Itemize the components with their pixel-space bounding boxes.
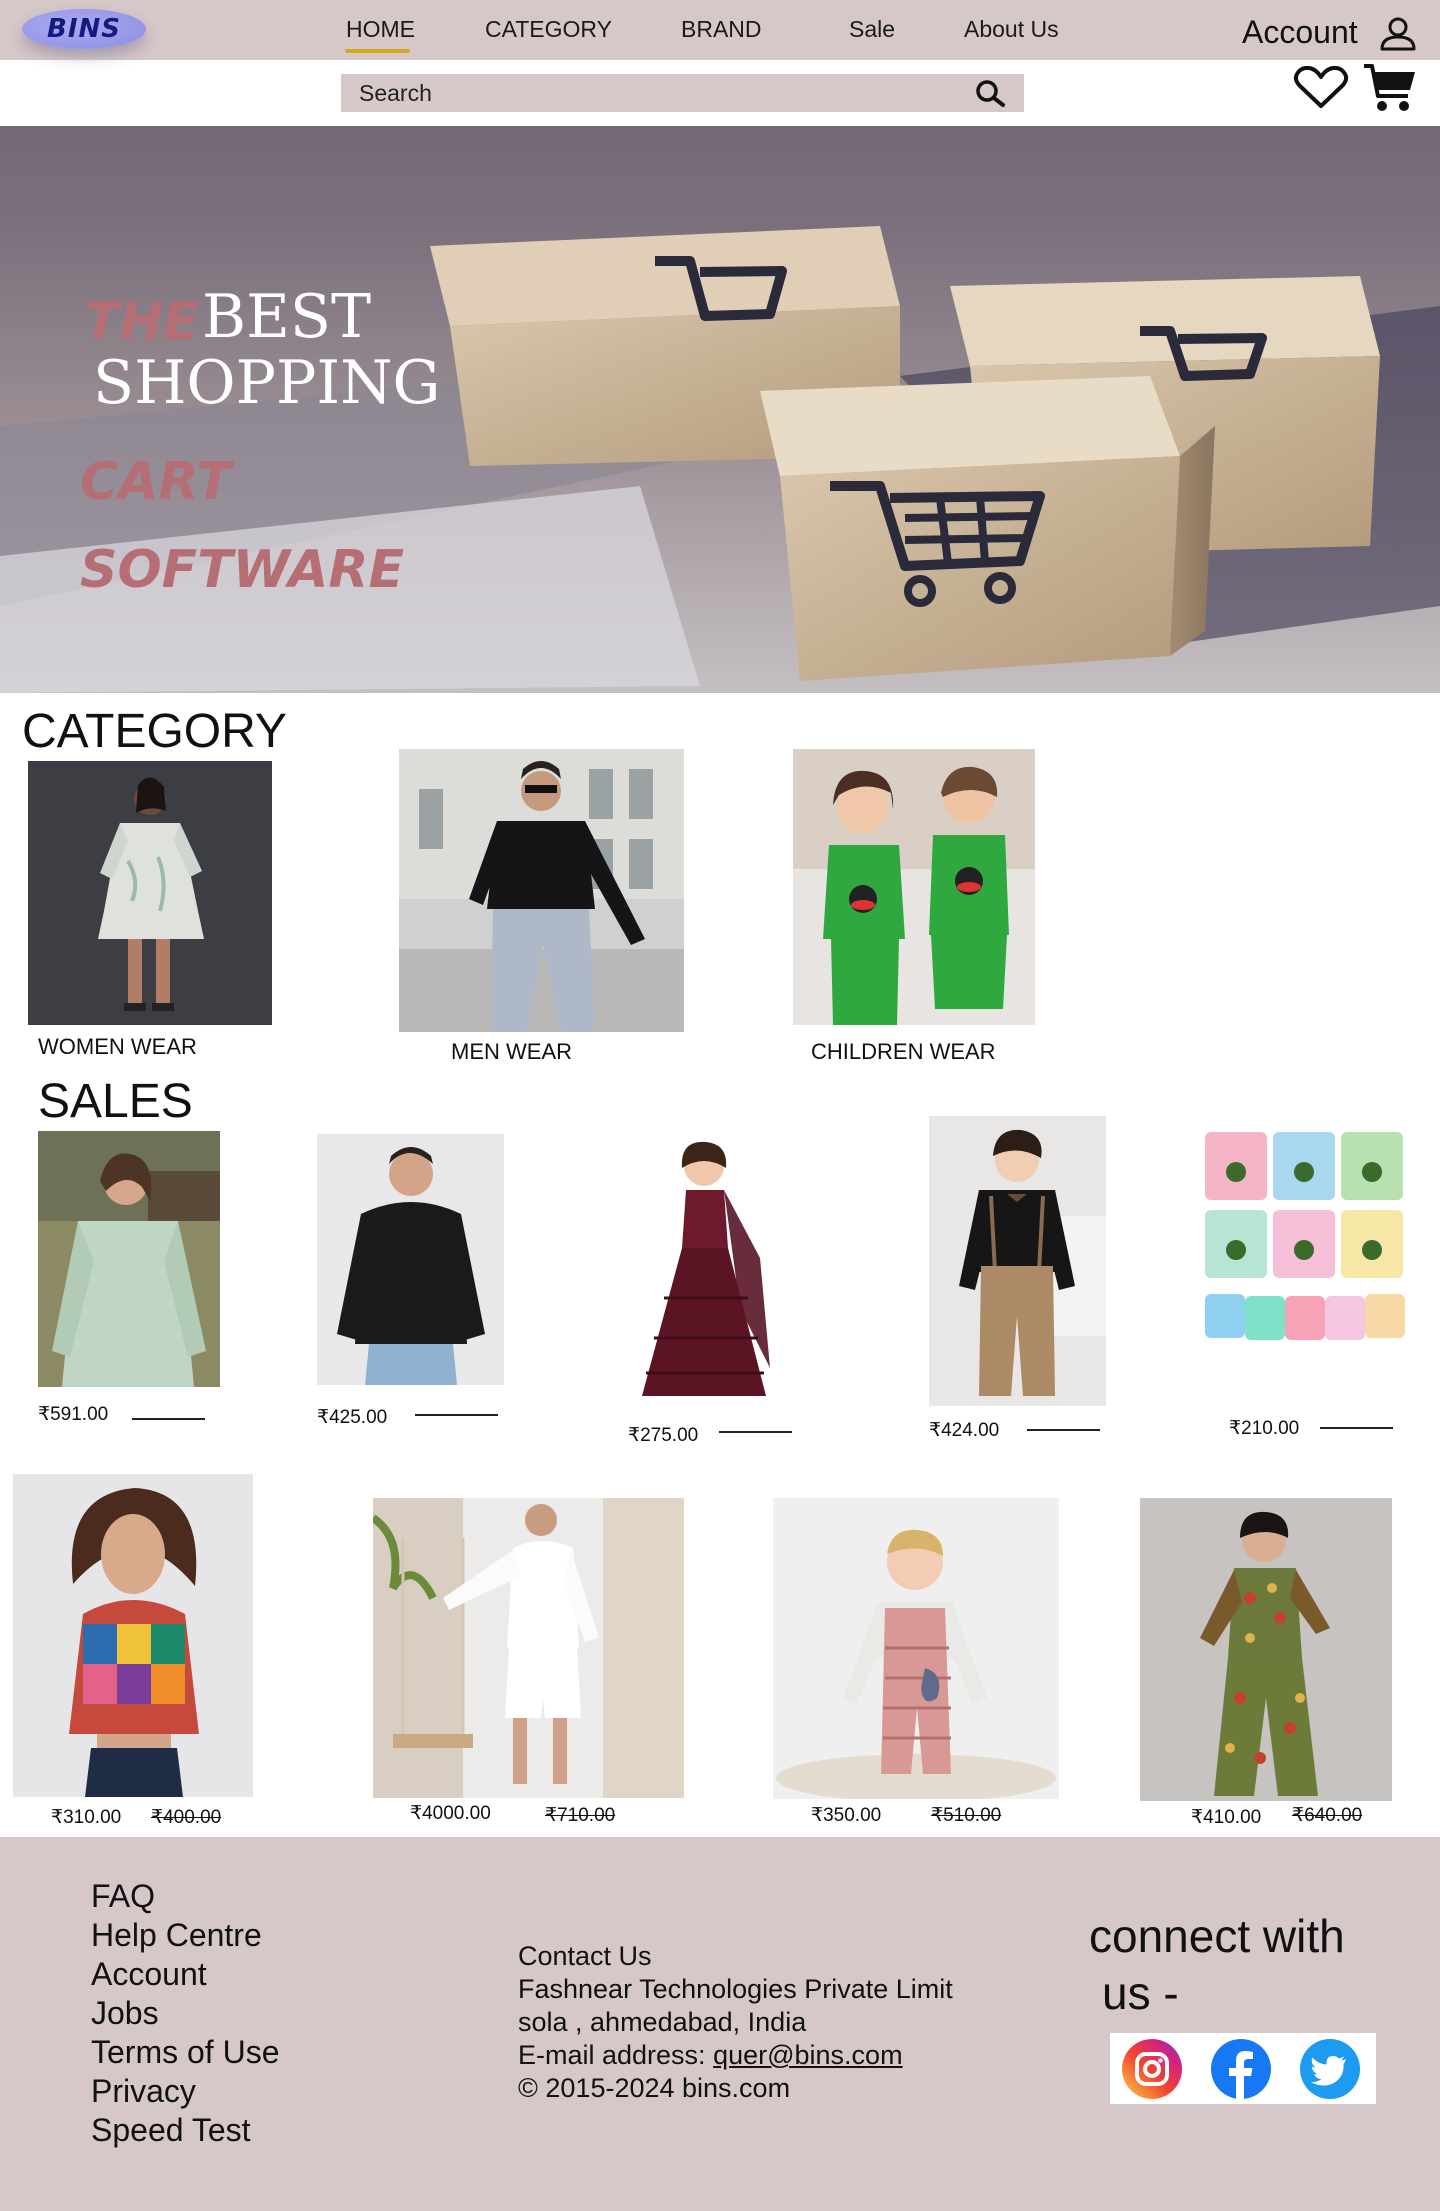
sale-product-image[interactable] <box>773 1498 1059 1799</box>
account-icon[interactable] <box>1378 16 1418 57</box>
sale-product-price: ₹210.00 <box>1229 1418 1300 1439</box>
heart-icon[interactable] <box>1293 65 1349 115</box>
sale-product-image[interactable] <box>373 1498 684 1798</box>
footer-link-account[interactable]: Account <box>91 1956 207 1993</box>
price-divider <box>719 1431 792 1433</box>
sale-product-image[interactable] <box>929 1116 1106 1406</box>
sale-product-old-price: ₹400.00 <box>151 1807 222 1828</box>
price-divider <box>1027 1429 1100 1431</box>
sale-product-price: ₹425.00 <box>317 1407 388 1428</box>
hero-title-shopping: SHOPPING <box>93 348 441 418</box>
instagram-icon[interactable] <box>1120 2038 1184 2105</box>
price-divider <box>132 1418 205 1420</box>
facebook-icon[interactable] <box>1209 2038 1273 2105</box>
nav-item-about-us[interactable]: About Us <box>964 16 1059 43</box>
sale-product-price: ₹275.00 <box>628 1425 699 1446</box>
sale-product-old-price: ₹640.00 <box>1292 1805 1363 1826</box>
sale-product-image[interactable] <box>620 1128 790 1403</box>
contact-company: Fashnear Technologies Private Limit <box>518 1974 953 2004</box>
footer-link-terms[interactable]: Terms of Use <box>91 2034 279 2071</box>
contact-email-row: E-mail address: quer@bins.com <box>518 2040 903 2071</box>
connect-heading-line1: connect with <box>1089 1910 1345 1962</box>
hero-title-software: SOFTWARE <box>80 540 404 600</box>
price-divider <box>415 1414 498 1416</box>
sale-product-price: ₹410.00 <box>1191 1807 1262 1828</box>
nav-item-brand[interactable]: BRAND <box>681 16 762 43</box>
nav-item-sale[interactable]: Sale <box>849 16 895 43</box>
sale-product-price: ₹424.00 <box>929 1420 1000 1441</box>
contact-heading: Contact Us <box>518 1941 652 1971</box>
sale-product-price: ₹350.00 <box>811 1805 882 1826</box>
contact-email-label: E-mail address: <box>518 2040 714 2070</box>
contact-copyright: © 2015-2024 bins.com <box>518 2073 791 2103</box>
footer-link-jobs[interactable]: Jobs <box>91 1995 159 2032</box>
category-men-wear-image[interactable] <box>399 749 684 1032</box>
contact-address: sola , ahmedabad, India <box>518 2007 807 2037</box>
search-icon[interactable] <box>973 78 1007 113</box>
category-section-title: CATEGORY <box>22 705 287 758</box>
sale-product-image[interactable] <box>1140 1498 1392 1801</box>
category-men-wear-label[interactable]: MEN WEAR <box>451 1039 572 1065</box>
contact-email-link[interactable]: quer@bins.com <box>713 2040 903 2070</box>
footer-link-faq[interactable]: FAQ <box>91 1878 155 1915</box>
sale-product-old-price: ₹510.00 <box>931 1805 1002 1826</box>
hero-title-cart: CART <box>80 452 232 512</box>
nav-item-category[interactable]: CATEGORY <box>485 16 612 43</box>
sale-product-image[interactable] <box>38 1131 220 1387</box>
sale-product-old-price: ₹710.00 <box>545 1805 616 1826</box>
sale-product-price: ₹310.00 <box>51 1807 122 1828</box>
category-children-wear-label[interactable]: CHILDREN WEAR <box>811 1039 996 1065</box>
cart-icon[interactable] <box>1362 62 1418 121</box>
search-bar <box>341 74 1024 112</box>
hero-title-the: THE <box>84 292 199 352</box>
social-links <box>1110 2033 1376 2104</box>
connect-heading-line2: us - <box>1102 1967 1179 2019</box>
nav-active-indicator <box>345 49 410 53</box>
sale-product-image[interactable] <box>1201 1124 1411 1374</box>
footer-link-speed-test[interactable]: Speed Test <box>91 2112 251 2149</box>
sale-product-image[interactable] <box>13 1474 253 1797</box>
hero-banner: THE BEST SHOPPING CART SOFTWARE <box>0 126 1440 693</box>
sale-product-price: ₹4000.00 <box>410 1803 491 1824</box>
hero-title-best: BEST <box>202 282 372 352</box>
footer-link-privacy[interactable]: Privacy <box>91 2073 196 2110</box>
category-women-wear-label[interactable]: WOMEN WEAR <box>38 1034 197 1060</box>
sale-product-image[interactable] <box>317 1134 504 1385</box>
brand-logo[interactable]: BINS <box>22 9 146 49</box>
twitter-icon[interactable] <box>1298 2038 1362 2105</box>
account-link[interactable]: Account <box>1242 14 1358 51</box>
footer-link-help-centre[interactable]: Help Centre <box>91 1917 262 1954</box>
category-women-wear-image[interactable] <box>28 761 272 1025</box>
category-children-wear-image[interactable] <box>793 749 1035 1025</box>
sale-product-price: ₹591.00 <box>38 1404 109 1425</box>
search-input[interactable] <box>341 74 961 112</box>
sales-section-title: SALES <box>38 1075 193 1128</box>
nav-item-home[interactable]: HOME <box>346 16 415 43</box>
logo-text: BINS <box>47 14 121 44</box>
price-divider <box>1320 1427 1393 1429</box>
